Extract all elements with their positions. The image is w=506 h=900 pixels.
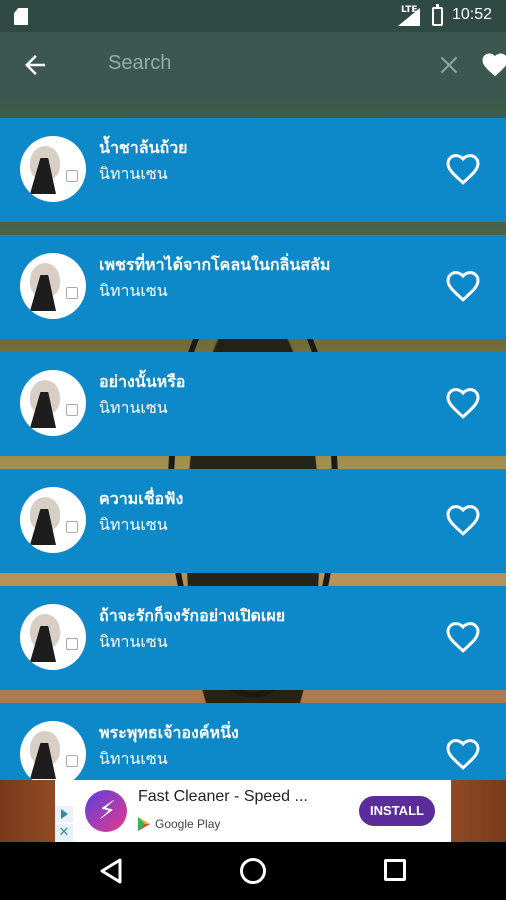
favorite-heart-icon[interactable] — [441, 383, 485, 423]
story-author: นิทานเซน — [99, 164, 168, 183]
ad-panel[interactable]: ⚡ Fast Cleaner - Speed ... Google Play I… — [55, 780, 451, 842]
nav-home-icon[interactable] — [240, 858, 266, 884]
story-title: ความเชื่อฟัง — [99, 489, 184, 508]
fast-cleaner-app-icon[interactable]: ⚡ — [85, 790, 127, 832]
google-play-icon — [138, 817, 150, 831]
google-play-label: Google Play — [155, 817, 221, 831]
story-author: นิทานเซน — [99, 515, 168, 534]
story-title: น้ำชาล้นถ้วย — [99, 138, 188, 157]
story-card[interactable]: อย่างนั้นหรือ นิทานเซน — [0, 352, 506, 456]
story-avatar — [20, 604, 86, 670]
story-title: อย่างนั้นหรือ — [99, 372, 186, 391]
story-card[interactable]: เพชรที่หาได้จากโคลนในกลิ่นสลัม นิทานเซน — [0, 235, 506, 339]
favorite-heart-icon[interactable] — [441, 266, 485, 306]
favorite-heart-icon[interactable] — [441, 500, 485, 540]
system-navigation-bar — [0, 842, 506, 900]
story-card[interactable]: พระพุทธเจ้าองค์หนึ่ง นิทานเซน — [0, 703, 506, 780]
story-title: เพชรที่หาได้จากโคลนในกลิ่นสลัม — [99, 255, 331, 274]
ad-app-name[interactable]: Fast Cleaner - Speed ... — [138, 788, 308, 806]
story-avatar — [20, 721, 86, 780]
story-author: นิทานเซน — [99, 632, 168, 651]
favorite-heart-icon[interactable] — [441, 617, 485, 657]
install-button[interactable]: INSTALL — [359, 796, 435, 826]
story-card[interactable]: ถ้าจะรักก็จงรักอย่างเปิดเผย นิทานเซน — [0, 586, 506, 690]
story-card[interactable]: น้ำชาล้นถ้วย นิทานเซน — [0, 118, 506, 222]
ad-banner[interactable]: ⚡ Fast Cleaner - Speed ... Google Play I… — [0, 780, 506, 842]
story-avatar — [20, 370, 86, 436]
story-avatar — [20, 487, 86, 553]
favorite-heart-icon[interactable] — [441, 734, 485, 774]
favorite-heart-icon[interactable] — [441, 149, 485, 189]
story-avatar — [20, 136, 86, 202]
clear-icon[interactable] — [436, 52, 462, 78]
nav-recents-icon[interactable] — [384, 859, 406, 881]
story-list: น้ำชาล้นถ้วย นิทานเซน เพชรที่หาได้จากโคล… — [0, 98, 506, 780]
nav-back-icon[interactable] — [98, 858, 124, 884]
story-author: นิทานเซน — [99, 749, 168, 768]
story-avatar — [20, 253, 86, 319]
sd-card-icon — [14, 8, 28, 25]
story-title: ถ้าจะรักก็จงรักอย่างเปิดเผย — [99, 606, 286, 625]
story-author: นิทานเซน — [99, 281, 168, 300]
favorites-heart-icon[interactable] — [480, 50, 506, 80]
story-title: พระพุทธเจ้าองค์หนึ่ง — [99, 723, 239, 742]
clock: 10:52 — [452, 6, 493, 23]
toolbar — [0, 32, 506, 98]
status-bar: LTE 10:52 — [0, 0, 506, 32]
battery-charging-icon — [432, 4, 443, 26]
story-author: นิทานเซน — [99, 398, 168, 417]
search-input[interactable] — [108, 52, 418, 75]
ad-close-icon[interactable]: ✕ — [55, 824, 73, 842]
back-arrow-icon[interactable] — [20, 50, 50, 80]
ad-info-icon[interactable] — [55, 806, 73, 822]
story-card[interactable]: ความเชื่อฟัง นิทานเซน — [0, 469, 506, 573]
network-type-label: LTE — [401, 5, 418, 15]
